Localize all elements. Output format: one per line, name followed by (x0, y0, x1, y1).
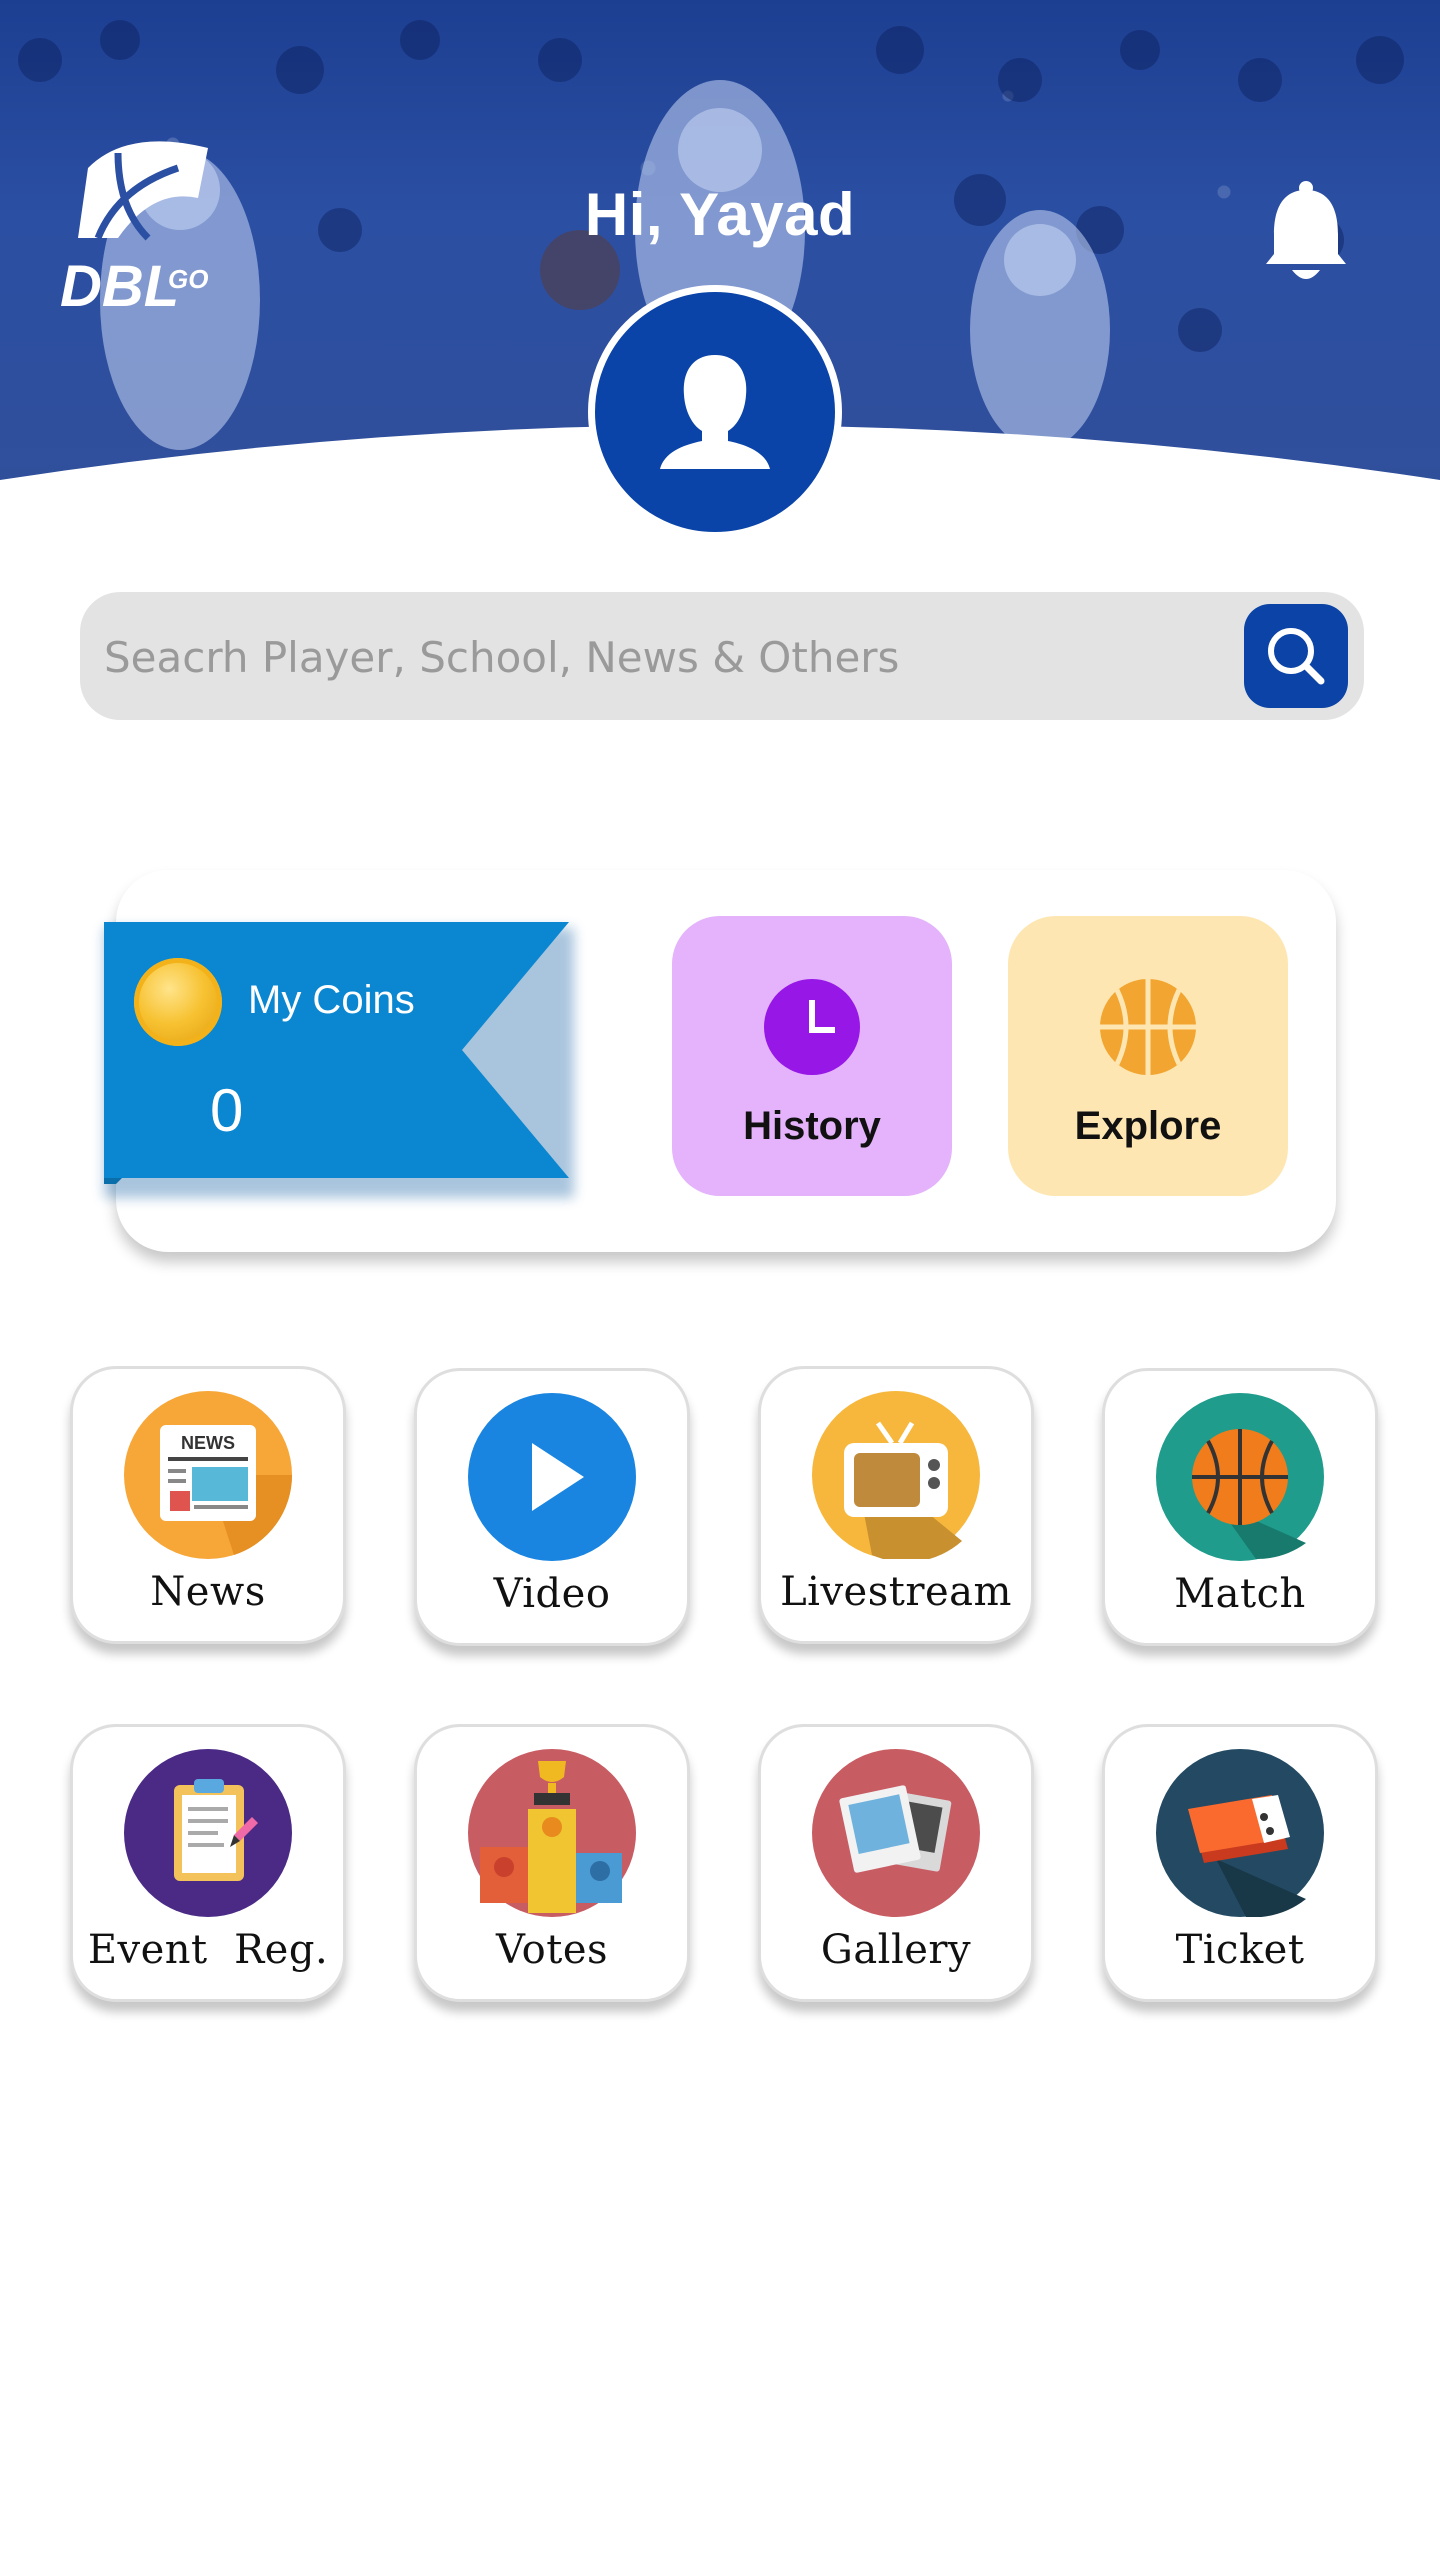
avatar[interactable] (588, 285, 842, 539)
menu-gallery-label: Gallery (820, 1927, 972, 1973)
photos-icon (812, 1749, 980, 1917)
coins-label: My Coins (248, 978, 415, 1022)
search-icon (1268, 628, 1325, 685)
menu-livestream-label: Livestream (780, 1569, 1012, 1615)
tv-icon (812, 1391, 980, 1559)
svg-text:NEWS: NEWS (181, 1433, 235, 1453)
menu-votes-label: Votes (495, 1927, 609, 1973)
podium-icon (468, 1749, 636, 1917)
svg-text:GO: GO (168, 264, 208, 294)
bell-icon[interactable] (1262, 178, 1350, 288)
menu-video[interactable]: Video (414, 1368, 690, 1646)
history-label: History (743, 1104, 881, 1148)
svg-text:DBL: DBL (60, 254, 179, 318)
basketball-icon (1100, 979, 1196, 1075)
menu-news[interactable]: NEWS News (70, 1366, 346, 1644)
basketball-icon (1156, 1393, 1324, 1561)
menu-match[interactable]: Match (1102, 1368, 1378, 1646)
menu-match-label: Match (1174, 1571, 1306, 1617)
search-input[interactable] (102, 592, 1206, 722)
greeting-text: Hi, Yayad (584, 181, 856, 248)
menu-ticket[interactable]: Ticket (1102, 1724, 1378, 2002)
ticket-icon (1156, 1749, 1324, 1917)
explore-label: Explore (1074, 1104, 1222, 1148)
menu-event-reg-label: Event Reg. (87, 1927, 329, 1973)
menu-video-label: Video (493, 1571, 611, 1617)
coin-icon (134, 958, 222, 1046)
newspaper-icon: NEWS (124, 1391, 292, 1559)
history-button[interactable]: History (672, 916, 952, 1196)
user-icon (660, 355, 770, 469)
menu-livestream[interactable]: Livestream (758, 1366, 1034, 1644)
coins-value: 0 (210, 1077, 244, 1144)
menu-news-label: News (150, 1569, 266, 1615)
search-button[interactable] (1244, 604, 1348, 708)
search-bar (80, 592, 1364, 722)
menu-votes[interactable]: Votes (414, 1724, 690, 2002)
clock-icon (764, 979, 860, 1075)
explore-button[interactable]: Explore (1008, 916, 1288, 1196)
clipboard-icon (124, 1749, 292, 1917)
menu-ticket-label: Ticket (1175, 1927, 1305, 1973)
menu-gallery[interactable]: Gallery (758, 1724, 1034, 2002)
play-icon (468, 1393, 636, 1561)
menu-event-reg[interactable]: Event Reg. (70, 1724, 346, 2002)
